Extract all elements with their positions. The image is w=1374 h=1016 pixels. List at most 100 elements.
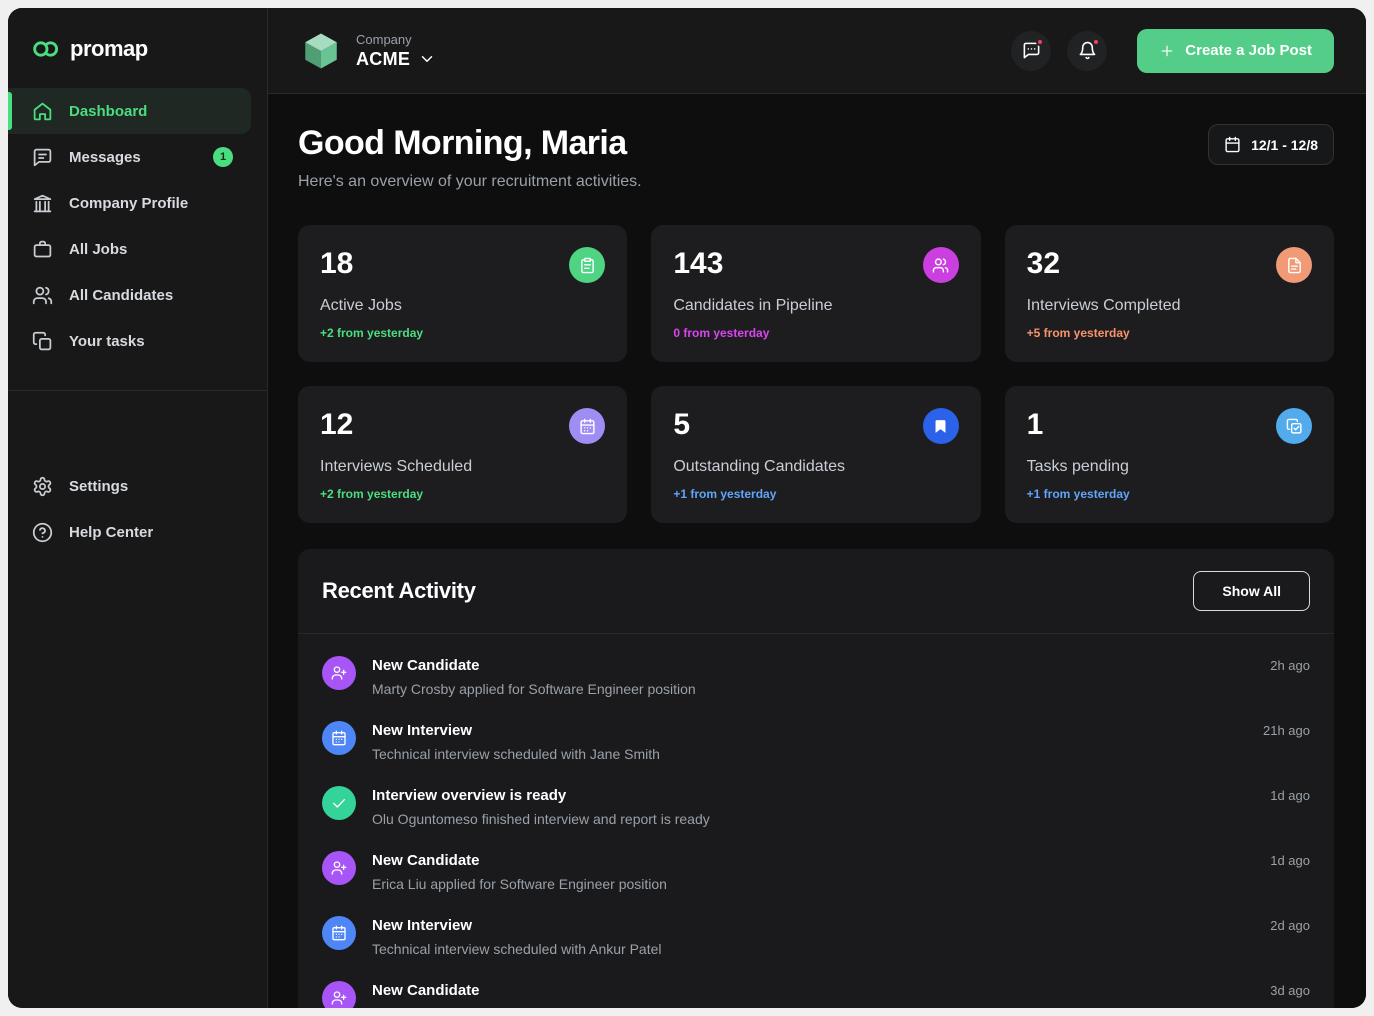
sidebar-item-outstanding-candidates: 5 Outstanding Candidates +1 from yesterd… [651, 386, 980, 523]
user-plus-icon [322, 656, 356, 690]
date-range-picker[interactable]: 12/1 - 12/8 [1208, 124, 1334, 165]
activity-item-description: Technical interview scheduled with Ankur… [372, 941, 1254, 957]
promap-logo-icon [32, 37, 62, 61]
sidebar: promap Dashboard Messages 1 Company Prof… [8, 8, 268, 1008]
stat-delta: +1 from yesterday [673, 487, 958, 501]
company-name: ACME [356, 49, 410, 70]
stat-label: Candidates in Pipeline [673, 297, 958, 315]
sidebar-item-tasks-pending: 1 Tasks pending +1 from yesterday [1005, 386, 1334, 523]
sidebar-item-dashboard[interactable]: Dashboard [8, 88, 251, 134]
tasks-icon [32, 331, 53, 352]
stat-value: 32 [1027, 247, 1060, 281]
company-selector[interactable]: Company ACME [300, 30, 436, 72]
sidebar-item-your-tasks[interactable]: Your tasks [8, 318, 251, 364]
activity-item-title: New Candidate [372, 982, 1254, 999]
recent-activity-title: Recent Activity [322, 578, 476, 604]
main-header: Good Morning, Maria Here's an overview o… [298, 124, 1334, 191]
gear-icon [32, 476, 53, 497]
stat-delta: 0 from yesterday [673, 326, 958, 340]
logo-text: promap [70, 36, 148, 62]
page-title: Good Morning, Maria [298, 124, 642, 163]
stat-label: Interviews Completed [1027, 297, 1312, 315]
bell-notification-dot [1092, 38, 1100, 46]
user-plus-icon [322, 851, 356, 885]
activity-item-title: New Candidate [372, 657, 1254, 674]
sidebar-item-settings[interactable]: Settings [8, 463, 251, 509]
activity-item-time: 2h ago [1270, 658, 1310, 673]
sidebar-item-interviews-scheduled: 12 Interviews Scheduled +2 from yesterda… [298, 386, 627, 523]
activity-item-time: 1d ago [1270, 853, 1310, 868]
notifications-button[interactable] [1067, 31, 1107, 71]
activity-item: New Candidate 3d ago [298, 969, 1334, 1008]
company-cube-icon [300, 30, 342, 72]
create-job-post-label: Create a Job Post [1185, 42, 1312, 59]
sidebar-bottom-nav: Settings Help Center [8, 463, 267, 555]
messages-button[interactable] [1011, 31, 1051, 71]
stat-label: Interviews Scheduled [320, 458, 605, 476]
sidebar-divider [8, 390, 267, 391]
briefcase-icon [32, 239, 53, 260]
sidebar-item-messages[interactable]: Messages 1 [8, 134, 251, 180]
sidebar-item-help-center[interactable]: Help Center [8, 509, 251, 555]
activity-item-time: 21h ago [1263, 723, 1310, 738]
sidebar-item-active-jobs: 18 Active Jobs +2 from yesterday [298, 225, 627, 362]
help-icon [32, 522, 53, 543]
stat-delta: +2 from yesterday [320, 487, 605, 501]
stat-value: 143 [673, 247, 723, 281]
stat-value: 18 [320, 247, 353, 281]
sidebar-item-interviews-completed: 32 Interviews Completed +5 from yesterda… [1005, 225, 1334, 362]
date-range-value: 12/1 - 12/8 [1251, 137, 1318, 153]
users-icon [32, 285, 53, 306]
main-content: Good Morning, Maria Here's an overview o… [268, 94, 1366, 1008]
recent-activity-panel: Recent Activity Show All New Candidate M… [298, 549, 1334, 1008]
calendar-grid-icon [322, 916, 356, 950]
unread-count-badge: 1 [213, 147, 233, 167]
activity-item-time: 2d ago [1270, 918, 1310, 933]
activity-item-time: 3d ago [1270, 983, 1310, 998]
stat-delta: +2 from yesterday [320, 326, 605, 340]
activity-item-description: Technical interview scheduled with Jane … [372, 746, 1247, 762]
sidebar-item-all-jobs[interactable]: All Jobs [8, 226, 251, 272]
stat-delta: +5 from yesterday [1027, 326, 1312, 340]
copy-check-icon [1276, 408, 1312, 444]
sidebar-item-candidates-in-pipeline: 143 Candidates in Pipeline 0 from yester… [651, 225, 980, 362]
stat-label: Active Jobs [320, 297, 605, 315]
company-label: Company [356, 32, 436, 47]
activity-item-title: New Interview [372, 917, 1254, 934]
logo: promap [8, 8, 267, 88]
user-plus-icon [322, 981, 356, 1008]
stats-grid: 18 Active Jobs +2 from yesterday 143 Can… [298, 225, 1334, 523]
topbar: Company ACME Create [268, 8, 1366, 94]
calendar-grid-icon [569, 408, 605, 444]
content-column: Company ACME Create [268, 8, 1366, 1008]
stat-delta: +1 from yesterday [1027, 487, 1312, 501]
app-window: promap Dashboard Messages 1 Company Prof… [8, 8, 1366, 1008]
sidebar-nav: Dashboard Messages 1 Company Profile All… [8, 88, 267, 364]
activity-item-title: New Interview [372, 722, 1247, 739]
home-icon [32, 101, 53, 122]
activity-item: New Candidate Marty Crosby applied for S… [298, 644, 1334, 709]
message-notification-dot [1036, 38, 1044, 46]
stat-value: 12 [320, 408, 353, 442]
page-subtitle: Here's an overview of your recruitment a… [298, 173, 642, 191]
activity-item-title: Interview overview is ready [372, 787, 1254, 804]
create-job-post-button[interactable]: Create a Job Post [1137, 29, 1334, 73]
users-icon [923, 247, 959, 283]
chevron-down-icon [418, 50, 436, 68]
activity-item-description: Marty Crosby applied for Software Engine… [372, 681, 1254, 697]
company-meta: Company ACME [356, 32, 436, 70]
activity-item-title: New Candidate [372, 852, 1254, 869]
stat-label: Tasks pending [1027, 458, 1312, 476]
stat-value: 5 [673, 408, 690, 442]
plus-icon [1159, 43, 1175, 59]
clipboard-icon [569, 247, 605, 283]
activity-item-description: Erica Liu applied for Software Engineer … [372, 876, 1254, 892]
sidebar-item-company-profile[interactable]: Company Profile [8, 180, 251, 226]
recent-activity-header: Recent Activity Show All [298, 549, 1334, 633]
show-all-button[interactable]: Show All [1193, 571, 1310, 611]
activity-item: New Interview Technical interview schedu… [298, 709, 1334, 774]
file-icon [1276, 247, 1312, 283]
calendar-icon [1224, 136, 1241, 153]
activity-item: New Candidate Erica Liu applied for Soft… [298, 839, 1334, 904]
sidebar-item-all-candidates[interactable]: All Candidates [8, 272, 251, 318]
